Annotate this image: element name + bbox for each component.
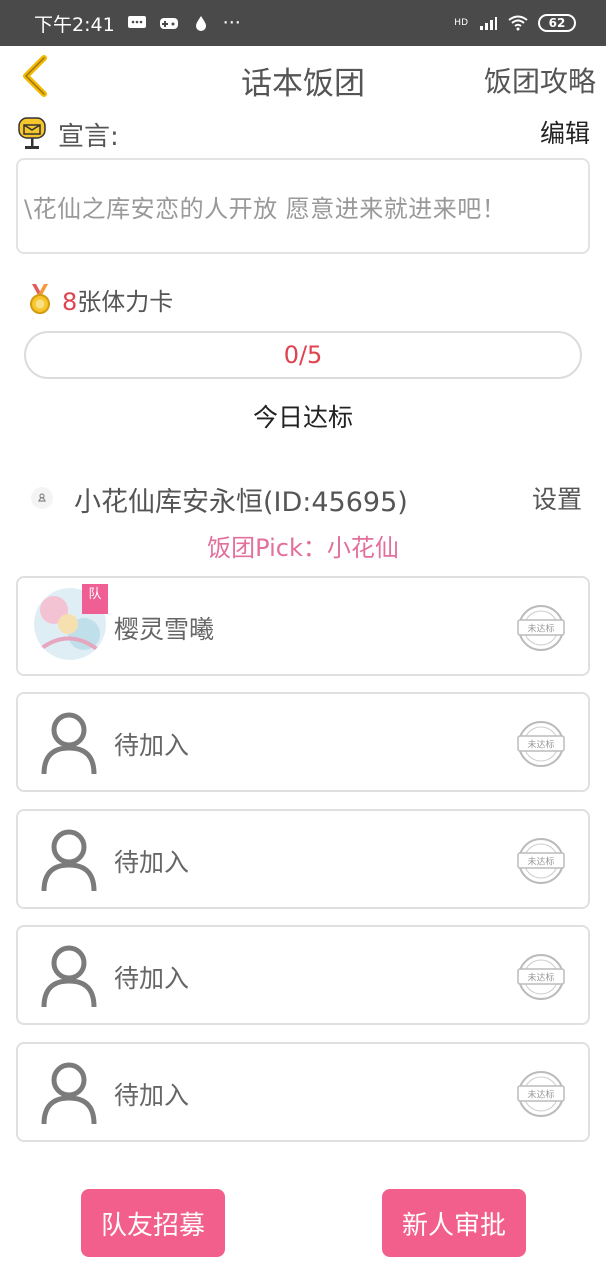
- user-avatar-icon: [41, 945, 97, 1008]
- leader-flag: 队: [82, 584, 108, 614]
- wifi-icon: [508, 15, 528, 31]
- member-name: 待加入: [114, 1081, 190, 1110]
- pick-label: 饭团Pick：小花仙: [207, 534, 399, 562]
- settings-button[interactable]: 设置: [532, 480, 582, 516]
- approve-button[interactable]: 新人审批: [382, 1189, 526, 1257]
- member-card[interactable]: 待加入 未达标: [16, 1042, 590, 1142]
- not-met-stamp-icon: 未达标: [517, 838, 565, 884]
- status-more-dots: ···: [222, 12, 241, 34]
- daily-target-label: 今日达标: [252, 403, 353, 432]
- user-avatar-icon: [41, 712, 97, 775]
- edit-button[interactable]: 编辑: [540, 114, 590, 150]
- member-name: 待加入: [114, 964, 190, 993]
- guide-link[interactable]: 饭团攻略: [484, 60, 596, 100]
- hd-label: HD: [454, 18, 468, 28]
- signal-icon: [480, 17, 497, 30]
- stamina-count: 8: [62, 287, 78, 316]
- user-avatar-icon: [41, 1062, 97, 1125]
- stamp-text: 未达标: [527, 972, 554, 984]
- progress-bar: 0/5: [24, 331, 582, 379]
- stamina-suffix: 张体力卡: [77, 287, 174, 316]
- declaration-label: 宣言:: [58, 122, 119, 152]
- status-time: 下午2:41: [34, 13, 115, 36]
- stamp-text: 未达标: [527, 623, 554, 635]
- declaration-text: \花仙之库安恋的人开放 愿意进来就进来吧！: [24, 194, 507, 223]
- stamp-text: 未达标: [527, 856, 554, 868]
- leader-row: 小花仙库安永恒(ID:45695) 设置: [28, 478, 582, 518]
- leader-name: 小花仙库安永恒(ID:45695): [74, 487, 408, 518]
- stamp-text: 未达标: [527, 1089, 554, 1101]
- not-met-stamp-icon: 未达标: [517, 721, 565, 767]
- header: 话本饭团 饭团攻略: [0, 46, 606, 110]
- member-name: 待加入: [114, 731, 190, 760]
- mailbox-icon: [18, 117, 46, 149]
- recruit-button[interactable]: 队友招募: [81, 1189, 225, 1257]
- member-name: 樱灵雪曦: [114, 615, 215, 644]
- user-avatar-icon: [41, 829, 97, 892]
- gamepad-icon: [159, 18, 178, 29]
- not-met-stamp-icon: 未达标: [517, 954, 565, 1000]
- stamp-text: 未达标: [527, 739, 554, 751]
- declaration-box: \花仙之库安恋的人开放 愿意进来就进来吧！: [16, 158, 590, 254]
- leader-flag-text: 队: [88, 587, 102, 602]
- progress-text: 0/5: [283, 341, 323, 369]
- member-name: 待加入: [114, 848, 190, 877]
- not-met-stamp-icon: 未达标: [517, 605, 565, 651]
- member-card[interactable]: 待加入 未达标: [16, 809, 590, 909]
- member-card[interactable]: 队 樱灵雪曦 未达标: [16, 576, 590, 676]
- message-icon: [127, 16, 146, 28]
- medal-icon: [30, 284, 50, 314]
- member-card[interactable]: 待加入 未达标: [16, 925, 590, 1025]
- battery-indicator: 62: [538, 14, 576, 32]
- not-met-stamp-icon: 未达标: [517, 1071, 565, 1117]
- stamina-row: 8张体力卡: [26, 282, 173, 316]
- leader-avatar-icon: [31, 487, 53, 509]
- member-card[interactable]: 待加入 未达标: [16, 692, 590, 792]
- status-bar: 下午2:41 ··· HD 62: [0, 0, 606, 46]
- declaration-row: 宣言: 编辑: [16, 112, 590, 152]
- drop-icon: [195, 16, 206, 31]
